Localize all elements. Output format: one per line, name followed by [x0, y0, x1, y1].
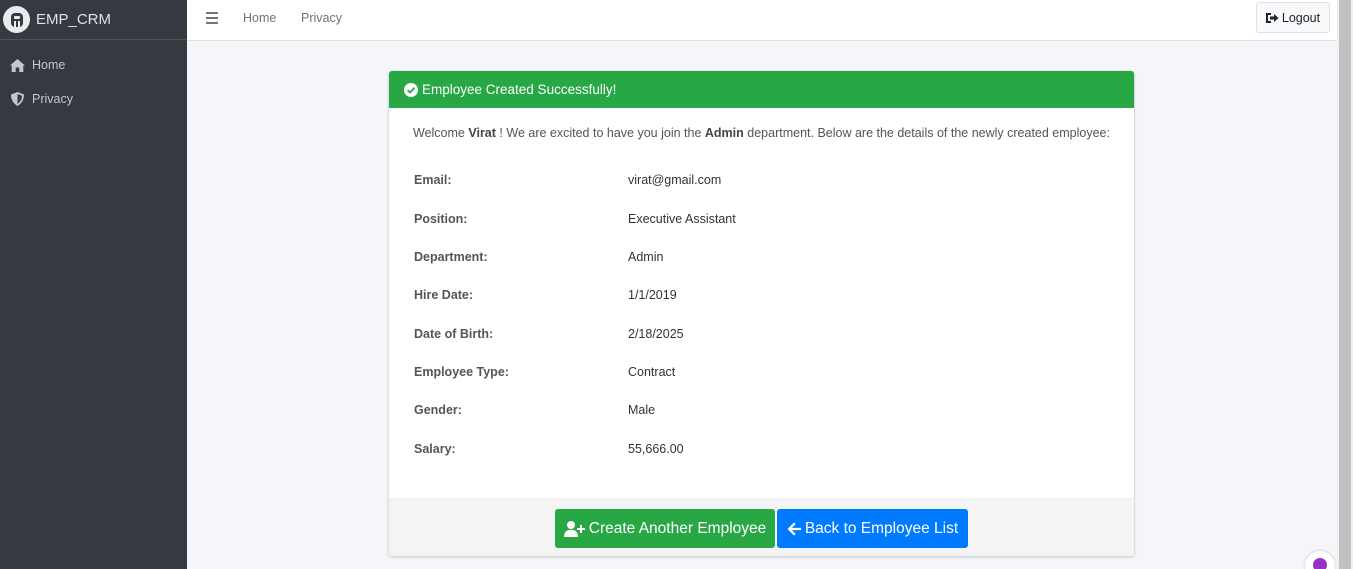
brand[interactable]: EMP_CRM — [0, 0, 187, 40]
shield-icon — [9, 91, 25, 107]
brand-name: EMP_CRM — [36, 11, 112, 28]
detail-row-department: Department: Admin — [414, 250, 1114, 270]
floating-assistant-icon[interactable] — [1305, 551, 1335, 569]
detail-value: virat@gmail.com — [628, 173, 722, 187]
detail-label: Gender: — [414, 403, 462, 417]
create-another-label: Create Another Employee — [588, 519, 767, 537]
detail-row-gender: Gender: Male — [414, 403, 1114, 423]
sidebar-item-label: Privacy — [32, 92, 73, 106]
detail-label: Position: — [414, 212, 468, 226]
scrollbar-thumb[interactable] — [1339, 0, 1351, 569]
detail-row-email: Email: virat@gmail.com — [414, 173, 1114, 193]
arrow-left-icon — [787, 522, 801, 536]
topbar: Home Privacy Logout — [187, 0, 1337, 41]
detail-row-employee-type: Employee Type: Contract — [414, 365, 1114, 385]
logout-button[interactable]: Logout — [1256, 2, 1330, 33]
back-to-list-label: Back to Employee List — [804, 519, 959, 537]
detail-label: Email: — [414, 173, 452, 187]
welcome-department: Admin — [704, 126, 744, 140]
detail-row-position: Position: Executive Assistant — [414, 212, 1114, 232]
welcome-suffix: department. Below are the details of the… — [747, 126, 1110, 140]
success-title: Employee Created Successfully! — [422, 82, 617, 97]
detail-row-hire-date: Hire Date: 1/1/2019 — [414, 288, 1114, 308]
logout-label: Logout — [1281, 10, 1321, 25]
check-circle-icon — [404, 82, 418, 97]
hamburger-menu-icon[interactable] — [206, 12, 218, 24]
back-to-employee-list-button[interactable]: Back to Employee List — [777, 509, 968, 548]
detail-row-date-of-birth: Date of Birth: 2/18/2025 — [414, 327, 1114, 347]
detail-label: Salary: — [414, 442, 456, 456]
sign-out-icon — [1265, 12, 1279, 24]
page-scrollbar[interactable] — [1337, 0, 1353, 569]
detail-row-salary: Salary: 55,666.00 — [414, 442, 1114, 462]
welcome-middle: ! We are excited to have you join the — [499, 126, 702, 140]
detail-value: Admin — [628, 250, 664, 264]
welcome-message: Welcome Virat ! We are excited to have y… — [389, 126, 1134, 140]
sidebar-item-label: Home — [32, 58, 66, 72]
employee-name: Virat — [468, 126, 496, 140]
detail-value: Male — [628, 403, 656, 417]
detail-value: Executive Assistant — [628, 212, 736, 226]
sidebar-nav: Home Privacy — [0, 40, 187, 116]
sidebar: EMP_CRM Home Privacy — [0, 0, 187, 569]
sidebar-item-home[interactable]: Home — [0, 48, 187, 82]
detail-label: Employee Type: — [414, 365, 509, 379]
detail-label: Date of Birth: — [414, 327, 494, 341]
welcome-prefix: Welcome — [413, 126, 465, 140]
user-plus-icon — [563, 520, 585, 537]
detail-value: 1/1/2019 — [628, 288, 677, 302]
card-footer: Create Another Employee Back to Employee… — [389, 498, 1134, 556]
sidebar-item-privacy[interactable]: Privacy — [0, 82, 187, 116]
detail-value: 2/18/2025 — [628, 327, 684, 341]
top-nav-privacy-link[interactable]: Privacy — [301, 11, 342, 25]
create-another-employee-button[interactable]: Create Another Employee — [555, 509, 775, 548]
detail-label: Department: — [414, 250, 488, 264]
detail-value: 55,666.00 — [628, 442, 684, 456]
success-alert-header: Employee Created Successfully! — [389, 71, 1134, 108]
employee-created-card: Employee Created Successfully! Welcome V… — [389, 71, 1134, 556]
top-nav-home-link[interactable]: Home — [243, 11, 276, 25]
detail-label: Hire Date: — [414, 288, 474, 302]
detail-value: Contract — [628, 365, 676, 379]
brand-logo-icon — [3, 6, 30, 33]
home-icon — [9, 57, 25, 73]
